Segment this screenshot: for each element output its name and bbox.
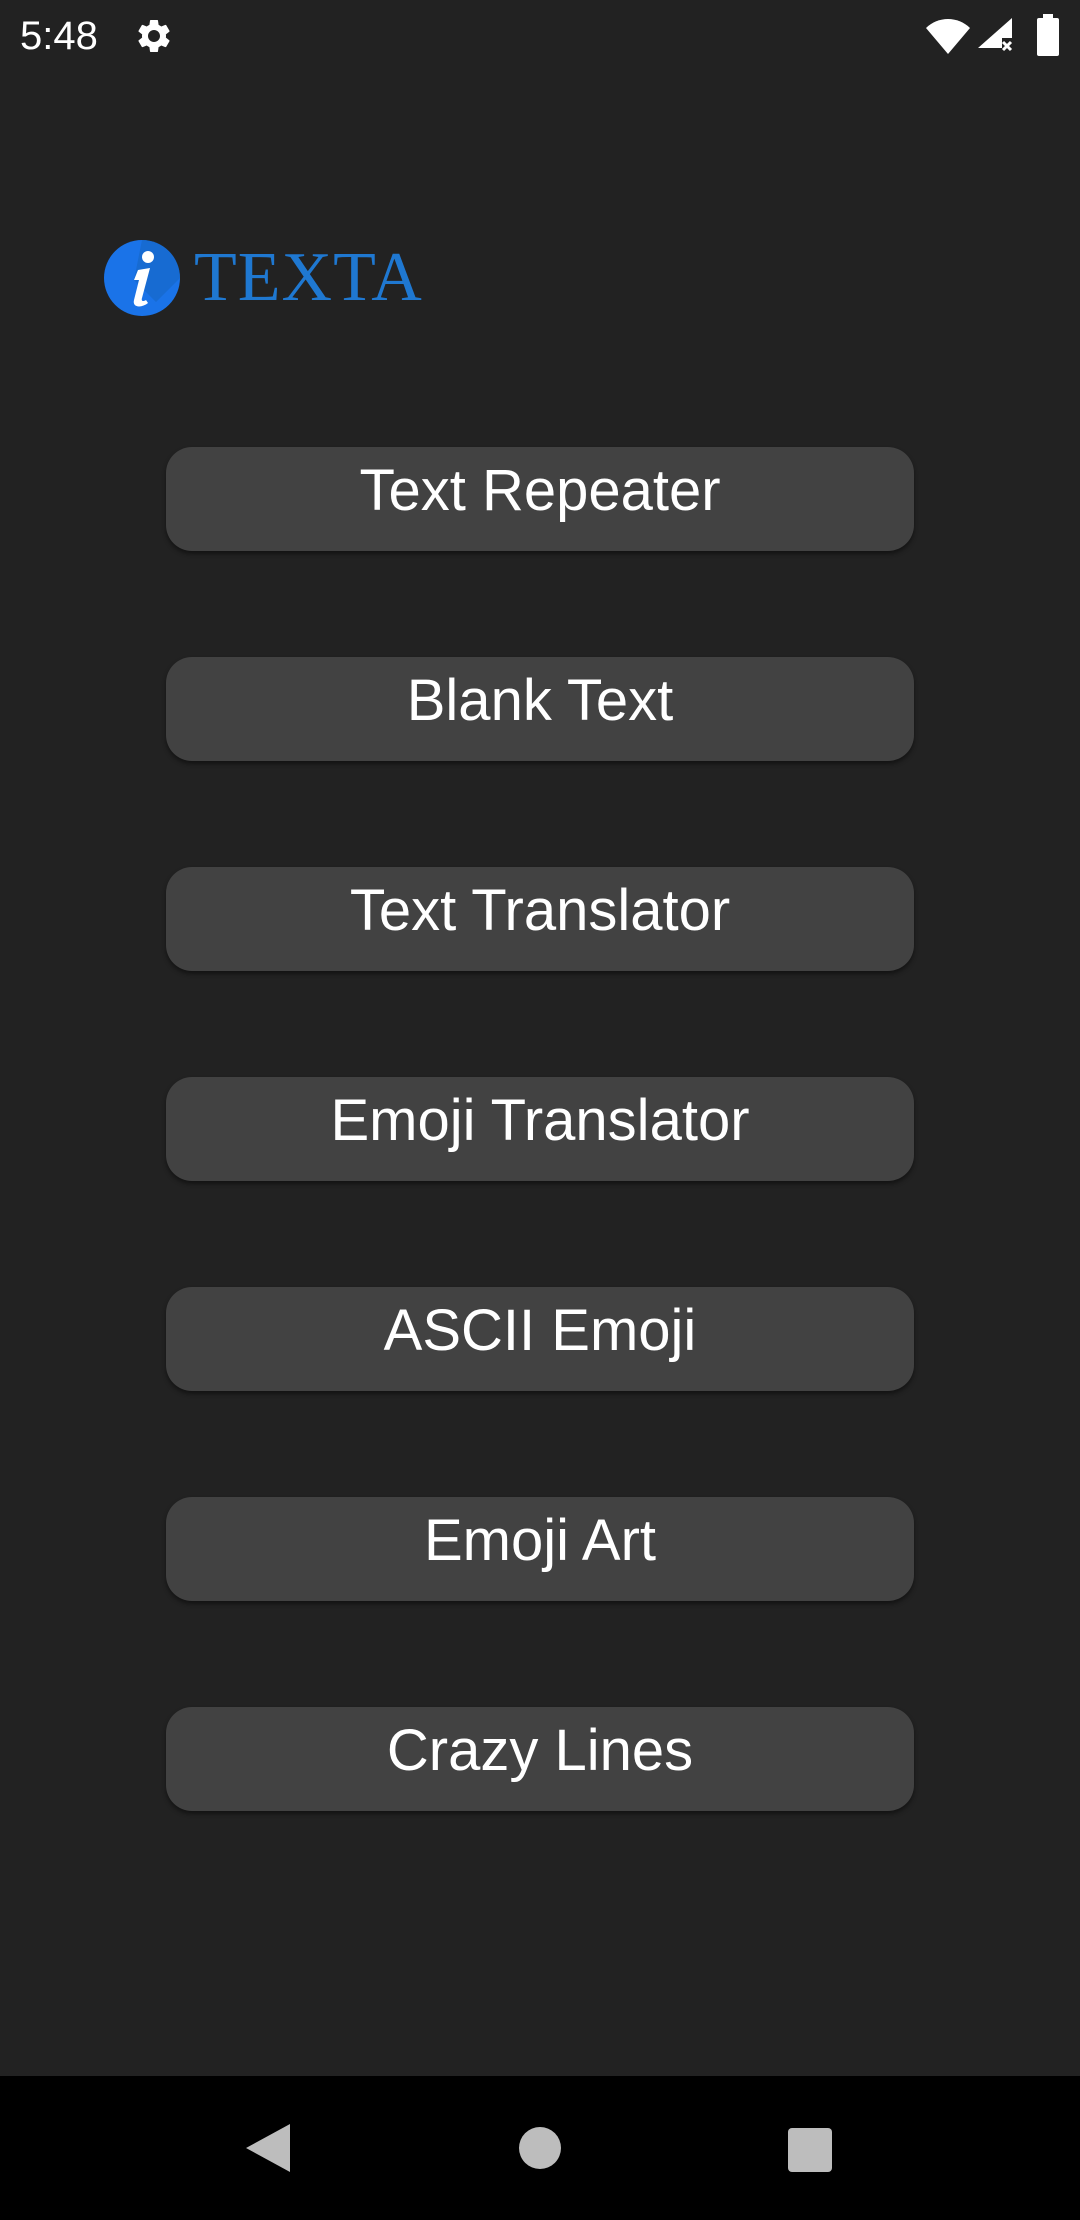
info-icon: [104, 240, 180, 316]
status-bar: 5:48: [0, 0, 1080, 72]
text-translator-button[interactable]: Text Translator: [166, 867, 914, 971]
gear-icon: [134, 16, 174, 56]
emoji-translator-button[interactable]: Emoji Translator: [166, 1077, 914, 1181]
recents-icon[interactable]: [788, 2128, 832, 2172]
signal-icon: [976, 16, 1016, 56]
battery-icon: [1036, 14, 1060, 56]
app-name: TEXTA: [194, 239, 423, 316]
home-icon[interactable]: [519, 2127, 561, 2169]
ascii-emoji-button[interactable]: ASCII Emoji: [166, 1287, 914, 1391]
text-repeater-button[interactable]: Text Repeater: [166, 447, 914, 551]
wifi-icon: [924, 16, 972, 56]
crazy-lines-button[interactable]: Crazy Lines: [166, 1707, 914, 1811]
emoji-art-button[interactable]: Emoji Art: [166, 1497, 914, 1601]
status-time: 5:48: [20, 14, 98, 58]
back-icon[interactable]: [244, 2122, 292, 2174]
blank-text-button[interactable]: Blank Text: [166, 657, 914, 761]
app-logo: TEXTA: [104, 238, 424, 318]
navigation-bar: [0, 2076, 1080, 2220]
